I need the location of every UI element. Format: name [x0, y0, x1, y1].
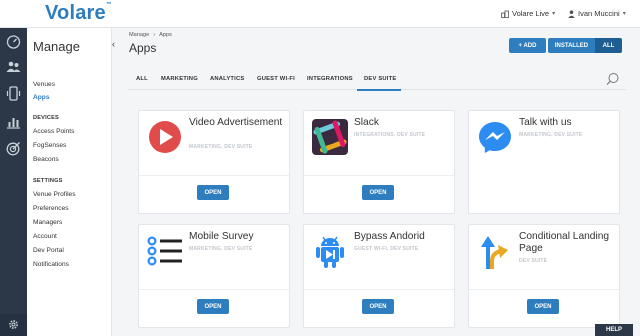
venue-icon — [501, 10, 509, 18]
app-categories: DEV SUITE — [519, 258, 548, 264]
app-categories: MARKETING, DEV SUITE — [189, 246, 253, 252]
open-button[interactable]: OPEN — [362, 185, 394, 200]
app-card-slack[interactable]: S Slack INTEGRATIONS, DEV SUITE OPEN — [303, 110, 455, 214]
survey-list-icon — [147, 236, 182, 266]
open-button[interactable]: OPEN — [197, 299, 229, 314]
sidebar-title: Manage — [33, 39, 80, 54]
card-divider — [304, 289, 454, 290]
user-icon — [568, 9, 575, 18]
collapse-sidebar-icon[interactable]: ‹ — [112, 38, 119, 50]
card-divider — [139, 289, 289, 290]
app-name: Video Advertisement — [189, 117, 283, 128]
app-name: Mobile Survey — [189, 231, 254, 242]
tab-dev-suite[interactable]: DEV SUITE — [364, 76, 396, 82]
help-button[interactable]: HELP — [595, 324, 633, 336]
sidebar-item-venues[interactable]: Venues — [33, 81, 55, 88]
active-tab-indicator — [357, 89, 401, 91]
user-name: Ivan Muccini — [578, 9, 620, 18]
installed-button[interactable]: INSTALLED — [548, 38, 595, 53]
app-categories: MARKETING, DEV SUITE — [519, 132, 583, 138]
volare-logo[interactable]: Volare™ — [45, 2, 112, 25]
android-icon — [316, 236, 344, 268]
open-button[interactable]: OPEN — [527, 299, 559, 314]
app-name: Slack — [354, 117, 379, 128]
settings-section-header: SETTINGS — [33, 178, 63, 184]
venue-name: Volare Live — [512, 9, 550, 18]
conditional-arrows-icon — [481, 236, 508, 269]
tab-marketing[interactable]: MARKETING — [161, 76, 198, 82]
app-card-bypass-andorid[interactable]: Bypass Andorid GUEST WI-FI, DEV SUITE OP… — [303, 224, 455, 328]
user-menu[interactable]: Ivan Muccini ▾ — [568, 9, 626, 18]
installed-filter-toggle: INSTALLED ALL — [548, 38, 622, 53]
rail-footer — [0, 314, 27, 336]
app-name: Bypass Andorid — [354, 231, 425, 242]
app-name: Talk with us — [519, 117, 572, 128]
card-divider — [139, 175, 289, 176]
chevron-down-icon: ▾ — [622, 11, 626, 17]
app-categories: MARKETING, DEV SUITE — [189, 144, 253, 150]
breadcrumb-apps[interactable]: Apps — [159, 32, 172, 38]
top-bar: Volare™ Volare Live ▾ Ivan Muccini ▾ — [0, 0, 640, 28]
devices-section-header: DEVICES — [33, 115, 59, 121]
card-divider — [304, 175, 454, 176]
sidebar-item-account[interactable]: Account — [33, 233, 57, 240]
breadcrumb-manage[interactable]: Manage — [129, 32, 149, 38]
sidebar-item-fogsenses[interactable]: FogSenses — [33, 142, 66, 149]
open-button[interactable]: OPEN — [197, 185, 229, 200]
card-divider — [469, 289, 619, 290]
target-icon[interactable] — [6, 141, 21, 156]
open-button[interactable]: OPEN — [362, 299, 394, 314]
venue-selector[interactable]: Volare Live ▾ — [501, 9, 555, 18]
sidebar-item-dev-portal[interactable]: Dev Portal — [33, 247, 64, 254]
app-categories: INTEGRATIONS, DEV SUITE — [354, 132, 426, 138]
tab-integrations[interactable]: INTEGRATIONS — [307, 76, 353, 82]
devices-icon[interactable] — [6, 86, 21, 101]
analytics-icon[interactable] — [6, 114, 21, 129]
sidebar-item-apps[interactable]: Apps — [33, 94, 49, 101]
gear-icon[interactable] — [8, 319, 19, 330]
manage-sidebar: Manage Venues Apps DEVICES Access Points… — [27, 28, 112, 336]
slack-icon: S — [312, 119, 348, 155]
messenger-icon — [479, 122, 511, 153]
users-icon[interactable] — [6, 59, 21, 74]
app-card-video-advertisement[interactable]: Video Advertisement MARKETING, DEV SUITE… — [138, 110, 290, 214]
sidebar-item-managers[interactable]: Managers — [33, 219, 62, 226]
search-icon[interactable] — [606, 72, 620, 86]
breadcrumb: Manage › Apps — [129, 32, 172, 38]
video-play-icon — [149, 121, 181, 153]
tab-guest-wifi[interactable]: GUEST WI-FI — [257, 76, 295, 82]
sidebar-item-notifications[interactable]: Notifications — [33, 261, 69, 268]
page-title: Apps — [129, 41, 157, 55]
app-name: Conditional Landing Page — [519, 231, 610, 254]
app-card-conditional-landing-page[interactable]: Conditional Landing Page DEV SUITE OPEN — [468, 224, 620, 328]
tab-all[interactable]: ALL — [136, 76, 148, 82]
breadcrumb-separator: › — [153, 32, 156, 38]
all-button[interactable]: ALL — [595, 38, 622, 53]
app-card-mobile-survey[interactable]: Mobile Survey MARKETING, DEV SUITE OPEN — [138, 224, 290, 328]
icon-rail — [0, 28, 27, 336]
category-tabs: ALL MARKETING ANALYTICS GUEST WI-FI INTE… — [128, 70, 626, 90]
sidebar-item-beacons[interactable]: Beacons — [33, 156, 59, 163]
app-categories: GUEST WI-FI, DEV SUITE — [354, 246, 419, 252]
app-card-talk-with-us[interactable]: Talk with us MARKETING, DEV SUITE — [468, 110, 620, 214]
tab-analytics[interactable]: ANALYTICS — [210, 76, 244, 82]
chevron-down-icon: ▾ — [552, 11, 556, 17]
sidebar-item-preferences[interactable]: Preferences — [33, 205, 69, 212]
sidebar-item-venue-profiles[interactable]: Venue Profiles — [33, 191, 76, 198]
dashboard-icon[interactable] — [6, 34, 21, 49]
add-button[interactable]: + ADD — [509, 38, 546, 53]
sidebar-item-access-points[interactable]: Access Points — [33, 128, 74, 135]
